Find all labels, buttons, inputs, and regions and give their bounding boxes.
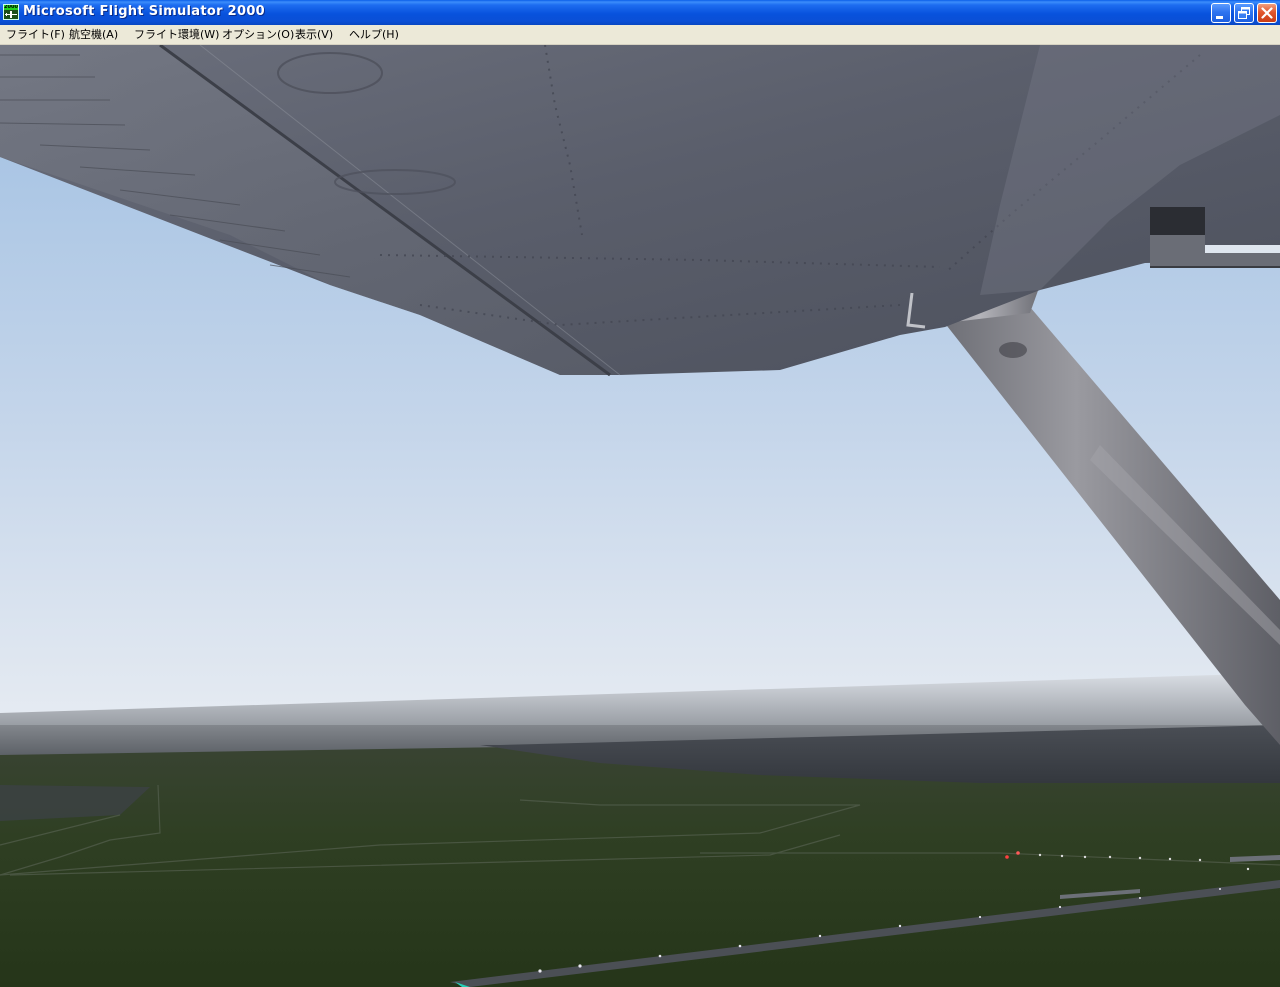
menu-bar: フライト(F) 航空機(A) フライト環境(W) オプション(O) 表示(V) … [0, 25, 1280, 45]
menu-options[interactable]: オプション(O) [221, 27, 295, 42]
minimize-button[interactable] [1211, 3, 1231, 23]
title-bar[interactable]: 2000 Microsoft Flight Simulator 2000 [0, 0, 1280, 25]
menu-view[interactable]: 表示(V) [294, 27, 334, 42]
window-title: Microsoft Flight Simulator 2000 [23, 4, 266, 19]
close-icon [1261, 7, 1273, 19]
app-icon-badge: 2000 [4, 4, 18, 10]
restore-button[interactable] [1234, 3, 1254, 23]
restore-icon [1238, 7, 1250, 19]
close-button[interactable] [1257, 3, 1277, 23]
menu-world[interactable]: フライト環境(W) [133, 27, 220, 42]
minimize-icon [1216, 16, 1223, 19]
flight-viewport[interactable] [0, 45, 1280, 987]
app-icon[interactable]: 2000 [3, 4, 19, 20]
menu-flight[interactable]: フライト(F) [5, 27, 66, 42]
menu-help[interactable]: ヘルプ(H) [348, 27, 400, 42]
menu-aircraft[interactable]: 航空機(A) [68, 27, 119, 42]
airplane-icon [5, 11, 17, 18]
scene-render [0, 45, 1280, 987]
